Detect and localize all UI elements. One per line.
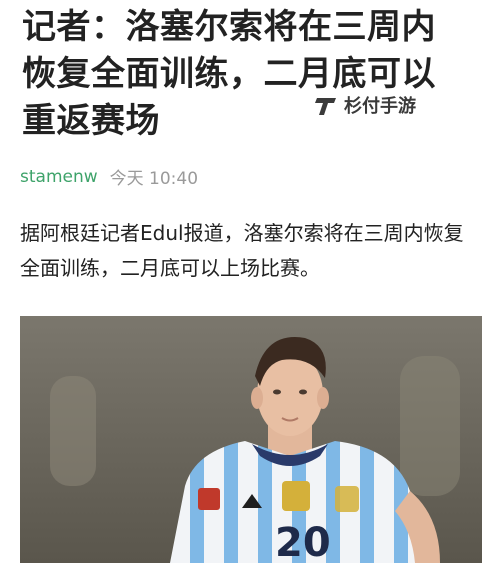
jersey-number: 20 — [275, 520, 331, 563]
watermark: 杉付手游 — [314, 90, 416, 120]
stylized-t-logo-icon — [314, 92, 340, 118]
article-body: 据阿根廷记者Edul报道，洛塞尔索将在三周内恢复全面训练，二月底可以上场比赛。 — [20, 221, 464, 280]
article-photo[interactable]: 20 — [20, 316, 482, 563]
article-headline: 记者：洛塞尔索将在三周内恢复全面训练，二月底可以重返赛场 — [22, 7, 436, 141]
watermark-text: 杉付手游 — [344, 96, 416, 117]
publish-time: 今天 10:40 — [109, 169, 199, 189]
author-link[interactable]: stamenw — [20, 167, 98, 187]
article-meta: stamenw 今天 10:40 — [20, 164, 199, 190]
